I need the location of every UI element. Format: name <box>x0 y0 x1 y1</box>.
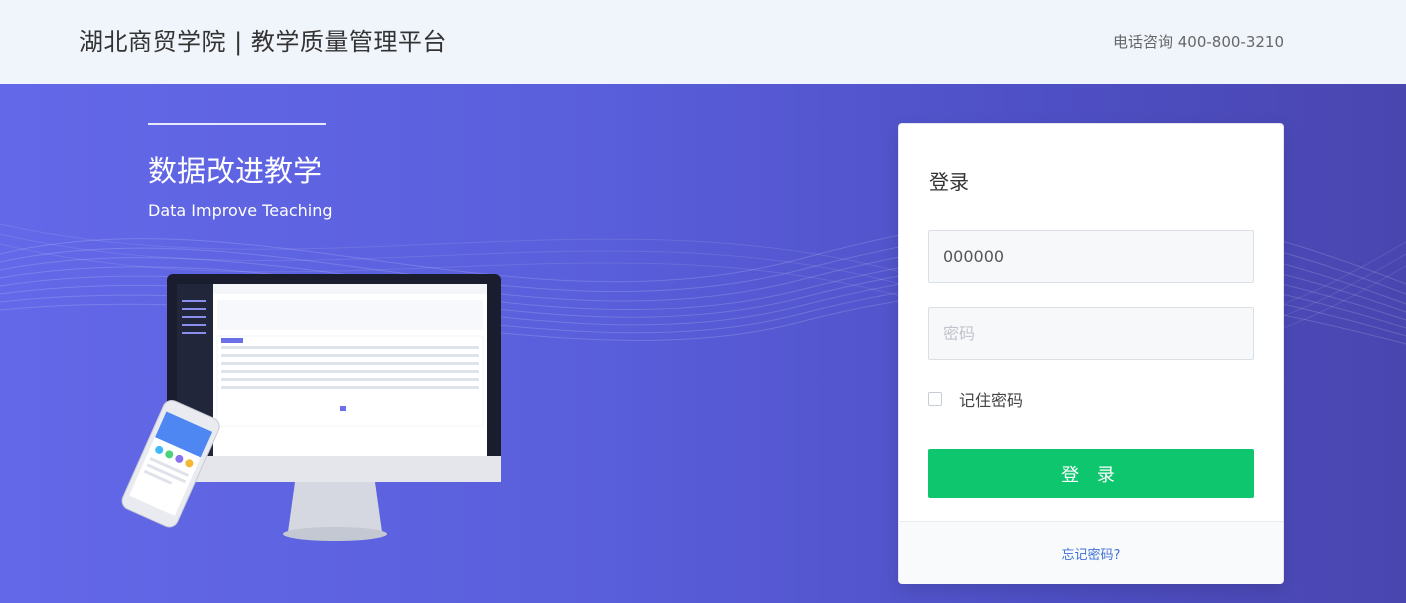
slogan-subheading: Data Improve Teaching <box>148 201 333 220</box>
slogan-divider <box>148 123 326 125</box>
remember-label: 记住密码 <box>959 391 1024 410</box>
hotline-text: 电话咨询 400-800-3210 <box>1112 33 1284 51</box>
login-title: 登录 <box>929 170 969 194</box>
forgot-password-link[interactable]: 忘记密码? <box>899 544 1283 563</box>
remember-checkbox[interactable] <box>928 392 942 406</box>
login-card: 登录 记住密码 登 录 忘记密码? <box>898 123 1284 584</box>
slogan-heading: 数据改进教学 <box>148 154 323 188</box>
site-title: 湖北商贸学院 | 教学质量管理平台 <box>79 28 447 56</box>
remember-password[interactable]: 记住密码 <box>928 387 1023 411</box>
device-illustration <box>121 274 501 541</box>
card-footer: 忘记密码? <box>899 522 1283 584</box>
password-input[interactable] <box>928 307 1254 360</box>
username-input[interactable] <box>928 230 1254 283</box>
login-button[interactable]: 登 录 <box>928 449 1254 498</box>
top-header: 湖北商贸学院 | 教学质量管理平台 电话咨询 400-800-3210 <box>0 0 1406 84</box>
